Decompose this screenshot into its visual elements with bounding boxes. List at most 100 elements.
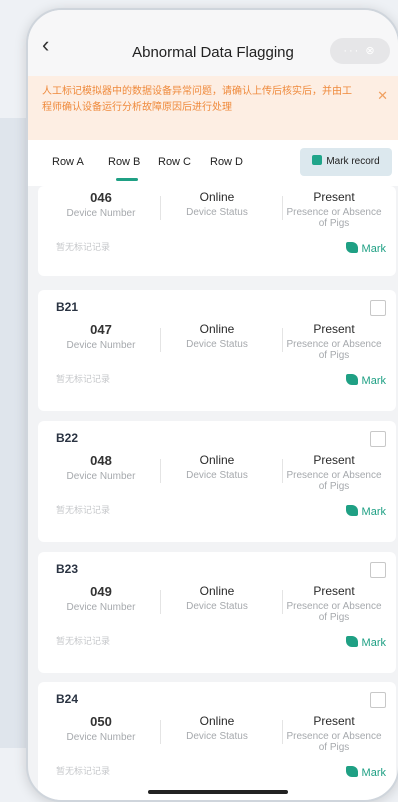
- device-number-col: 050 Device Number: [46, 714, 156, 743]
- device-card: 046 Device Number Online Device Status Prese…: [38, 186, 396, 276]
- device-status-value: Online: [199, 322, 235, 336]
- mark-button[interactable]: Mark: [345, 505, 386, 518]
- device-number-value: 046: [90, 190, 112, 205]
- warning-banner: 人工标记模拟器中的数据设备异常问题，请确认上传后核实后，并由工程师确认设备运行分…: [28, 76, 398, 140]
- home-indicator: [148, 790, 288, 794]
- device-status-value: Online: [199, 453, 235, 467]
- divider: [160, 328, 161, 352]
- device-status-value: Online: [199, 190, 235, 204]
- mark-label: Mark: [361, 767, 386, 779]
- presence-value: Present: [313, 453, 355, 467]
- device-status-col: Online Device Status: [162, 453, 272, 481]
- presence-col: Present Presence or Absence of Pigs: [284, 322, 384, 361]
- tab-row-c[interactable]: Row C: [158, 156, 191, 168]
- select-checkbox[interactable]: [370, 300, 386, 316]
- card-label: B23: [56, 562, 79, 576]
- mark-flag-icon: [345, 636, 358, 647]
- device-number-value: 048: [90, 453, 112, 468]
- menu-capsule[interactable]: ··· ⊗: [330, 38, 390, 64]
- device-number-value: 050: [90, 714, 112, 729]
- active-tab-indicator: [116, 178, 138, 181]
- no-record-text: 暂无标记记录: [56, 636, 111, 646]
- mark-flag-icon: [345, 766, 358, 777]
- device-number-col: 049 Device Number: [46, 584, 156, 613]
- tab-row-b[interactable]: Row B: [108, 156, 140, 168]
- device-status-value: Online: [199, 714, 235, 728]
- divider: [282, 459, 283, 483]
- device-card: B24 050 Device Number Online Device Status Pr…: [38, 682, 396, 800]
- divider: [282, 720, 283, 744]
- tab-row-a[interactable]: Row A: [52, 156, 84, 168]
- mark-button[interactable]: Mark: [345, 636, 386, 649]
- divider: [282, 590, 283, 614]
- select-checkbox[interactable]: [370, 431, 386, 447]
- no-record-text: 暂无标记记录: [56, 374, 111, 384]
- mark-label: Mark: [361, 506, 386, 518]
- presence-label: Presence or Absence of Pigs: [286, 470, 382, 492]
- device-status-label: Device Status: [186, 731, 248, 742]
- no-record-text: 暂无标记记录: [56, 505, 111, 515]
- presence-label: Presence or Absence of Pigs: [286, 731, 382, 753]
- device-number-label: Device Number: [66, 340, 136, 351]
- presence-value: Present: [313, 190, 355, 204]
- presence-value: Present: [313, 714, 355, 728]
- device-status-label: Device Status: [186, 470, 248, 481]
- device-number-col: 048 Device Number: [46, 453, 156, 482]
- select-checkbox[interactable]: [370, 562, 386, 578]
- mark-label: Mark: [361, 637, 386, 649]
- device-status-col: Online Device Status: [162, 190, 272, 218]
- card-label: B21: [56, 300, 79, 314]
- device-number-col: 046 Device Number: [46, 190, 156, 219]
- device-card: B23 049 Device Number Online Device Status Pr…: [38, 552, 396, 673]
- device-number-label: Device Number: [66, 732, 136, 743]
- mark-label: Mark: [361, 375, 386, 387]
- banner-text: 人工标记模拟器中的数据设备异常问题，请确认上传后核实后，并由工程师确认设备运行分…: [42, 86, 352, 113]
- device-number-label: Device Number: [66, 471, 136, 482]
- mark-flag-icon: [345, 374, 358, 385]
- tab-row-d[interactable]: Row D: [210, 156, 243, 168]
- no-record-text: 暂无标记记录: [56, 766, 111, 776]
- device-number-value: 049: [90, 584, 112, 599]
- nav-bar: ‹ Abnormal Data Flagging ··· ⊗: [28, 10, 398, 76]
- presence-col: Present Presence or Absence of Pigs: [284, 584, 384, 623]
- mark-button[interactable]: Mark: [345, 242, 386, 255]
- mark-record-button[interactable]: Mark record: [300, 148, 392, 176]
- presence-col: Present Presence or Absence of Pigs: [284, 453, 384, 492]
- divider: [160, 459, 161, 483]
- close-icon[interactable]: ✕: [377, 88, 388, 104]
- mark-record-label: Mark record: [326, 156, 380, 167]
- presence-value: Present: [313, 322, 355, 336]
- presence-label: Presence or Absence of Pigs: [286, 339, 382, 361]
- mark-label: Mark: [361, 243, 386, 255]
- mark-button[interactable]: Mark: [345, 766, 386, 779]
- divider: [160, 590, 161, 614]
- card-label: B24: [56, 692, 79, 706]
- presence-col: Present Presence or Absence of Pigs: [284, 190, 384, 229]
- device-status-value: Online: [199, 584, 235, 598]
- no-record-text: 暂无标记记录: [56, 242, 111, 252]
- presence-value: Present: [313, 584, 355, 598]
- device-status-col: Online Device Status: [162, 584, 272, 612]
- device-status-col: Online Device Status: [162, 322, 272, 350]
- device-status-label: Device Status: [186, 339, 248, 350]
- mark-button[interactable]: Mark: [345, 374, 386, 387]
- device-status-col: Online Device Status: [162, 714, 272, 742]
- mark-flag-icon: [345, 242, 358, 253]
- presence-col: Present Presence or Absence of Pigs: [284, 714, 384, 753]
- row-tabs: Row A Row B Row C Row D Mark record: [28, 140, 398, 186]
- divider: [282, 196, 283, 220]
- device-card: B21 047 Device Number Online Device Status Pr…: [38, 290, 396, 411]
- edit-icon: [312, 155, 323, 165]
- card-label: B22: [56, 431, 79, 445]
- divider: [160, 196, 161, 220]
- presence-label: Presence or Absence of Pigs: [286, 207, 382, 229]
- device-status-label: Device Status: [186, 207, 248, 218]
- divider: [160, 720, 161, 744]
- divider: [282, 328, 283, 352]
- mark-flag-icon: [345, 505, 358, 516]
- select-checkbox[interactable]: [370, 692, 386, 708]
- device-card: B22 048 Device Number Online Device Status Pr…: [38, 421, 396, 542]
- device-number-col: 047 Device Number: [46, 322, 156, 351]
- phone-frame: ‹ Abnormal Data Flagging ··· ⊗ 人工标记模拟器中的…: [26, 8, 398, 802]
- device-number-label: Device Number: [66, 208, 136, 219]
